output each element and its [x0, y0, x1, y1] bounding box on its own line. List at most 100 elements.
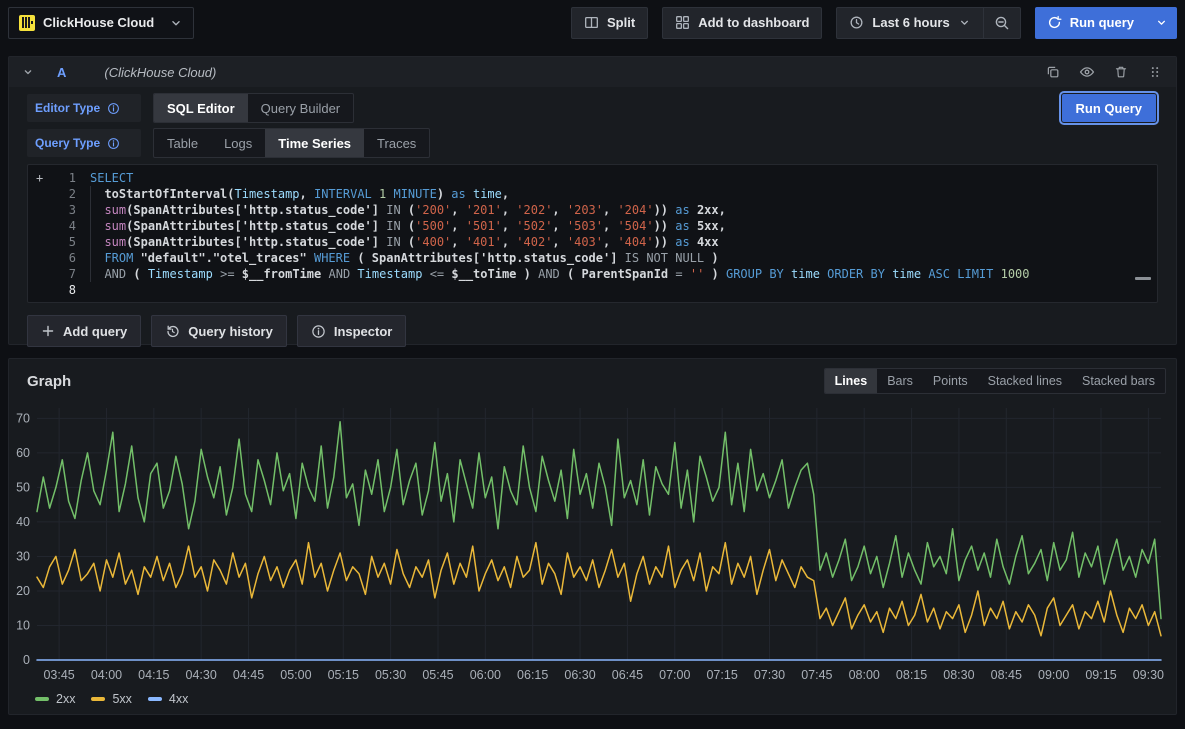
query-type-time-series[interactable]: Time Series — [265, 129, 364, 157]
collapse-chevron-icon[interactable] — [19, 66, 37, 78]
datasource-hint: (ClickHouse Cloud) — [104, 65, 216, 80]
svg-text:04:30: 04:30 — [186, 668, 217, 682]
code-line[interactable]: 6 FROM "default"."otel_traces" WHERE ( S… — [36, 250, 1157, 266]
zoom-out-button[interactable] — [984, 8, 1020, 38]
zoom-out-icon — [994, 15, 1010, 31]
query-type-logs[interactable]: Logs — [211, 129, 265, 157]
datasource-picker[interactable]: ClickHouse Cloud — [8, 7, 194, 39]
code-line[interactable]: 4 sum(SpanAttributes['http.status_code']… — [36, 218, 1157, 234]
chart-legend: 2xx 5xx 4xx — [35, 692, 1176, 706]
query-type-group: Table Logs Time Series Traces — [153, 128, 430, 158]
run-query-panel-button[interactable]: Run Query — [1062, 94, 1156, 122]
editor-type-label-cell: Editor Type — [27, 94, 141, 122]
query-ref-id[interactable]: A — [57, 65, 66, 80]
code-line[interactable]: 2 toStartOfInterval(Timestamp, INTERVAL … — [36, 186, 1157, 202]
query-history-button[interactable]: Query history — [151, 315, 287, 347]
gutter — [36, 282, 52, 298]
svg-text:09:30: 09:30 — [1133, 668, 1164, 682]
toolbar-actions: Split Add to dashboard Last 6 hours — [571, 7, 1177, 39]
delete-query-button[interactable] — [1110, 61, 1132, 83]
split-button[interactable]: Split — [571, 7, 648, 39]
svg-text:05:15: 05:15 — [328, 668, 359, 682]
add-query-button[interactable]: Add query — [27, 315, 141, 347]
run-query-split-button: Run query — [1035, 7, 1177, 39]
history-icon — [165, 324, 180, 339]
query-history-label: Query history — [188, 324, 273, 339]
line-number: 5 — [52, 234, 76, 250]
chevron-down-icon — [169, 16, 183, 30]
code-line[interactable]: 3 sum(SpanAttributes['http.status_code']… — [36, 202, 1157, 218]
gutter — [36, 218, 52, 234]
drag-handle-icon[interactable] — [1144, 61, 1166, 83]
query-type-traces[interactable]: Traces — [364, 129, 429, 157]
mode-bars[interactable]: Bars — [877, 369, 923, 393]
graph-panel: Graph Lines Bars Points Stacked lines St… — [8, 358, 1177, 715]
sql-code-editor[interactable]: +1SELECT 2 toStartOfInterval(Timestamp, … — [27, 164, 1158, 303]
svg-text:06:45: 06:45 — [612, 668, 643, 682]
svg-text:07:00: 07:00 — [659, 668, 690, 682]
line-number: 1 — [52, 170, 76, 186]
code-text: AND ( Timestamp >= $__fromTime AND Times… — [90, 266, 1030, 282]
code-text: sum(SpanAttributes['http.status_code'] I… — [90, 234, 719, 250]
mode-stacked-bars[interactable]: Stacked bars — [1072, 369, 1165, 393]
add-to-dashboard-button[interactable]: Add to dashboard — [662, 7, 822, 39]
graph-title: Graph — [27, 373, 71, 390]
legend-item-2xx[interactable]: 2xx — [35, 692, 75, 706]
svg-text:07:30: 07:30 — [754, 668, 785, 682]
info-icon[interactable] — [107, 102, 120, 115]
code-text: toStartOfInterval(Timestamp, INTERVAL 1 … — [90, 186, 509, 202]
code-line[interactable]: 7 AND ( Timestamp >= $__fromTime AND Tim… — [36, 266, 1157, 282]
hide-query-button[interactable] — [1076, 61, 1098, 83]
svg-text:0: 0 — [23, 653, 30, 667]
mode-stacked-lines[interactable]: Stacked lines — [978, 369, 1072, 393]
svg-text:07:15: 07:15 — [706, 668, 737, 682]
code-text: FROM "default"."otel_traces" WHERE ( Spa… — [90, 250, 719, 266]
code-line[interactable]: +1SELECT — [36, 170, 1157, 186]
svg-text:04:15: 04:15 — [138, 668, 169, 682]
svg-text:06:30: 06:30 — [564, 668, 595, 682]
legend-item-4xx[interactable]: 4xx — [148, 692, 188, 706]
time-range-button[interactable]: Last 6 hours — [837, 8, 982, 38]
duplicate-query-button[interactable] — [1042, 61, 1064, 83]
refresh-icon — [1047, 15, 1062, 30]
svg-text:04:45: 04:45 — [233, 668, 264, 682]
run-query-label: Run query — [1070, 15, 1134, 30]
legend-item-5xx[interactable]: 5xx — [91, 692, 131, 706]
code-line[interactable]: 8 — [36, 282, 1157, 298]
clock-icon — [849, 15, 864, 30]
line-number: 8 — [52, 282, 76, 298]
svg-text:04:00: 04:00 — [91, 668, 122, 682]
inspector-label: Inspector — [334, 324, 393, 339]
query-type-label-cell: Query Type — [27, 129, 141, 157]
line-number: 2 — [52, 186, 76, 202]
time-range-label: Last 6 hours — [872, 15, 949, 30]
editor-type-query-builder[interactable]: Query Builder — [248, 94, 353, 122]
code-line[interactable]: 5 sum(SpanAttributes['http.status_code']… — [36, 234, 1157, 250]
line-number: 4 — [52, 218, 76, 234]
query-type-table[interactable]: Table — [154, 129, 211, 157]
query-row-header: A (ClickHouse Cloud) — [9, 57, 1176, 87]
run-query-dropdown-button[interactable] — [1146, 7, 1177, 39]
svg-text:05:45: 05:45 — [422, 668, 453, 682]
svg-text:05:30: 05:30 — [375, 668, 406, 682]
inspector-button[interactable]: Inspector — [297, 315, 407, 347]
run-query-button[interactable]: Run query — [1035, 7, 1146, 39]
svg-text:10: 10 — [16, 618, 30, 632]
svg-text:09:00: 09:00 — [1038, 668, 1069, 682]
info-icon — [311, 324, 326, 339]
editor-scrollbar-handle[interactable] — [1135, 277, 1151, 280]
info-icon[interactable] — [107, 137, 120, 150]
editor-type-sql-editor[interactable]: SQL Editor — [154, 94, 248, 122]
toolbar: ClickHouse Cloud Split Add to dashboard … — [0, 0, 1185, 45]
time-series-chart[interactable]: 01020304050607003:4504:0004:1504:3004:45… — [9, 394, 1170, 692]
editor-type-label: Editor Type — [35, 101, 100, 115]
graph-header: Graph Lines Bars Points Stacked lines St… — [9, 359, 1176, 394]
svg-text:50: 50 — [16, 480, 30, 494]
gutter — [36, 186, 52, 202]
query-footer-actions: Add query Query history Inspector — [27, 315, 1158, 347]
mode-lines[interactable]: Lines — [825, 369, 878, 393]
svg-text:08:30: 08:30 — [943, 668, 974, 682]
mode-points[interactable]: Points — [923, 369, 978, 393]
plus-icon — [41, 324, 55, 338]
gutter — [36, 250, 52, 266]
